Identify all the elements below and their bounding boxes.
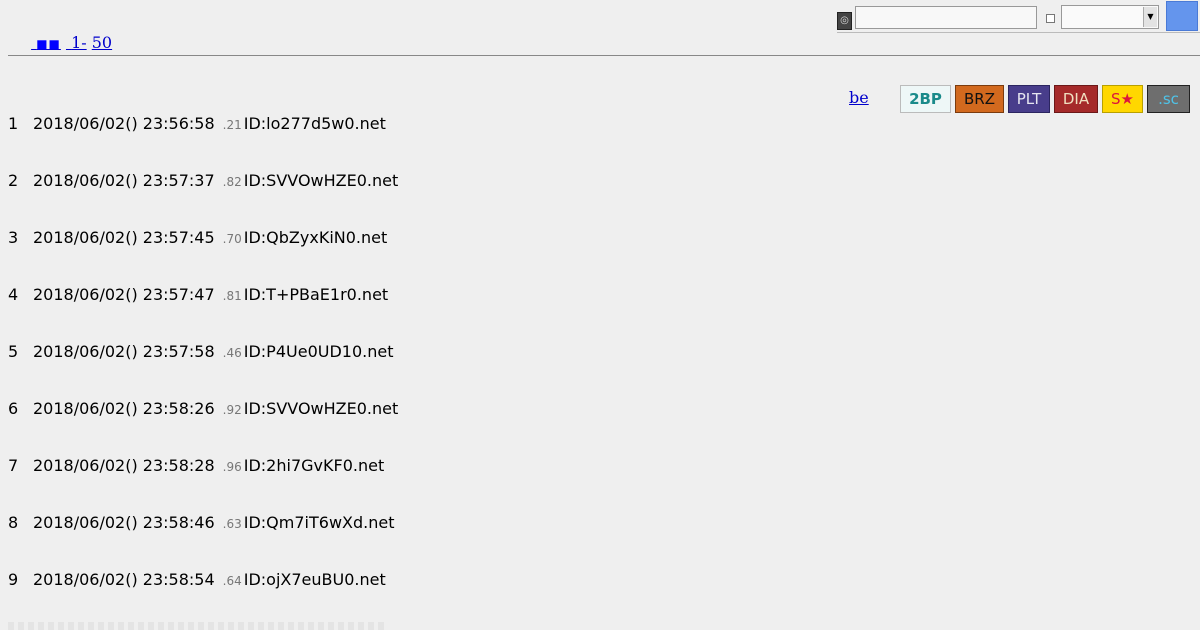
post-ip: .82 xyxy=(222,175,242,189)
chevron-down-icon[interactable]: ▼ xyxy=(1143,7,1157,27)
be-link[interactable]: be xyxy=(849,88,869,107)
post-ip: .92 xyxy=(222,403,242,417)
post-number[interactable]: 4 xyxy=(8,285,33,305)
badge-dia[interactable]: DIA xyxy=(1054,85,1098,113)
post-number[interactable]: 9 xyxy=(8,570,33,590)
post-date: 2018/06/02() 23:58:46 xyxy=(33,513,215,532)
search-bar: ◎ ▼ xyxy=(837,1,1200,33)
post-number[interactable]: 2 xyxy=(8,171,33,191)
post-ip: .46 xyxy=(222,346,242,360)
badge-2bp[interactable]: 2BP xyxy=(900,85,951,113)
post-header: 5 2018/06/02() 23:57:58 .46 ID:P4Ue0UD10.ne… xyxy=(8,342,398,399)
nav-blocks-link[interactable]: ■■ xyxy=(31,33,61,52)
post-id[interactable]: ID:2hi7GvKF0.net xyxy=(244,456,384,475)
post-date: 2018/06/02() 23:58:26 xyxy=(33,399,215,418)
post-id[interactable]: ID:P4Ue0UD10.net xyxy=(244,342,394,361)
badge-brz[interactable]: BRZ xyxy=(955,85,1004,113)
search-input[interactable] xyxy=(855,6,1037,29)
post-number[interactable]: 3 xyxy=(8,228,33,248)
post-ip: .21 xyxy=(222,118,242,132)
post-header: 8 2018/06/02() 23:58:46 .63 ID:Qm7iT6wXd.ne… xyxy=(8,513,398,570)
nav-range-start-link[interactable]: 1- xyxy=(66,33,87,52)
badge-plt[interactable]: PLT xyxy=(1008,85,1050,113)
nav-range-end-link[interactable]: 50 xyxy=(92,33,112,52)
nav-blank-link[interactable] xyxy=(8,33,26,52)
badge-sc[interactable]: .sc xyxy=(1147,85,1190,113)
post-number[interactable]: 8 xyxy=(8,513,33,533)
post-id[interactable]: ID:Qm7iT6wXd.net xyxy=(244,513,395,532)
post-header: 3 2018/06/02() 23:57:45 .70 ID:QbZyxKiN0.ne… xyxy=(8,228,398,285)
post-date: 2018/06/02() 23:57:45 xyxy=(33,228,215,247)
post-id[interactable]: ID:QbZyxKiN0.net xyxy=(244,228,388,247)
post-date: 2018/06/02() 23:56:58 xyxy=(33,114,215,133)
search-button[interactable] xyxy=(1166,1,1198,31)
search-checkbox[interactable] xyxy=(1046,14,1055,23)
post-date: 2018/06/02() 23:57:47 xyxy=(33,285,215,304)
post-header: 9 2018/06/02() 23:58:54 .64 ID:ojX7euBU0.ne… xyxy=(8,570,398,627)
post-header: 2 2018/06/02() 23:57:37 .82 ID:SVVOwHZE0.ne… xyxy=(8,171,398,228)
post-ip: .63 xyxy=(222,517,242,531)
post-id[interactable]: ID:lo277d5w0.net xyxy=(244,114,386,133)
post-id[interactable]: ID:T+PBaE1r0.net xyxy=(244,285,388,304)
post-date: 2018/06/02() 23:58:28 xyxy=(33,456,215,475)
post-ip: .64 xyxy=(222,574,242,588)
post-date: 2018/06/02() 23:58:54 xyxy=(33,570,215,589)
thread-nav: ■■ 1- 50 xyxy=(8,33,112,52)
post-ip: .81 xyxy=(222,289,242,303)
post-date: 2018/06/02() 23:57:58 xyxy=(33,342,215,361)
next-post-partial xyxy=(8,622,388,630)
post-list: 1 2018/06/02() 23:56:58 .21 ID:lo277d5w0.ne… xyxy=(8,114,398,627)
post-header: 1 2018/06/02() 23:56:58 .21 ID:lo277d5w0.ne… xyxy=(8,114,398,171)
post-header: 7 2018/06/02() 23:58:28 .96 ID:2hi7GvKF0.ne… xyxy=(8,456,398,513)
post-id[interactable]: ID:ojX7euBU0.net xyxy=(244,570,386,589)
post-ip: .96 xyxy=(222,460,242,474)
post-header: 6 2018/06/02() 23:58:26 .92 ID:SVVOwHZE0.ne… xyxy=(8,399,398,456)
post-id[interactable]: ID:SVVOwHZE0.net xyxy=(244,399,399,418)
post-ip: .70 xyxy=(222,232,242,246)
post-id[interactable]: ID:SVVOwHZE0.net xyxy=(244,171,399,190)
divider xyxy=(8,55,1200,56)
search-target-icon: ◎ xyxy=(837,12,852,30)
post-date: 2018/06/02() 23:57:37 xyxy=(33,171,215,190)
post-number[interactable]: 5 xyxy=(8,342,33,362)
post-header: 4 2018/06/02() 23:57:47 .81 ID:T+PBaE1r0.ne… xyxy=(8,285,398,342)
post-number[interactable]: 7 xyxy=(8,456,33,476)
post-number[interactable]: 1 xyxy=(8,114,33,134)
search-select[interactable]: ▼ xyxy=(1061,5,1159,29)
badge-s-star[interactable]: S★ xyxy=(1102,85,1143,113)
post-number[interactable]: 6 xyxy=(8,399,33,419)
